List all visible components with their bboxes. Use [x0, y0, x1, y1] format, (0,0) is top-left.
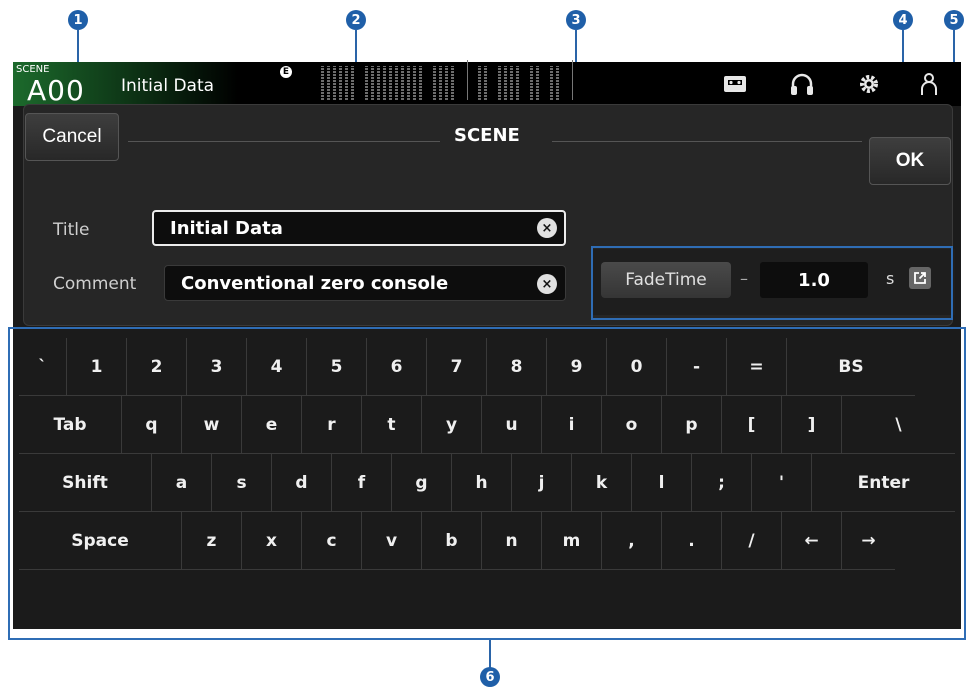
- keyboard-highlight: [8, 327, 966, 640]
- headphones-icon[interactable]: [788, 70, 816, 98]
- gear-icon[interactable]: [855, 70, 883, 98]
- title-divider-right: [552, 141, 862, 142]
- recorder-icon[interactable]: [721, 70, 749, 98]
- callout-5: 5: [944, 10, 964, 30]
- comment-input[interactable]: Conventional zero console: [164, 265, 566, 301]
- user-icon[interactable]: [915, 70, 943, 98]
- title-input[interactable]: Initial Data: [152, 210, 566, 246]
- callout-6-line: [489, 640, 491, 668]
- level-meters[interactable]: [321, 60, 583, 100]
- comment-clear-button[interactable]: ×: [537, 274, 557, 294]
- callout-4: 4: [893, 10, 913, 30]
- scene-number: A00: [27, 74, 85, 107]
- fade-time-highlight: [591, 246, 953, 320]
- title-divider-left: [128, 141, 440, 142]
- title-label: Title: [53, 220, 90, 240]
- scene-name: Initial Data: [121, 76, 215, 96]
- cancel-button[interactable]: Cancel: [25, 113, 119, 161]
- callout-1: 1: [68, 10, 88, 30]
- callout-6: 6: [480, 667, 500, 687]
- callout-3: 3: [566, 10, 586, 30]
- comment-label: Comment: [53, 274, 137, 294]
- edit-badge: E: [280, 66, 292, 78]
- scene-indicator[interactable]: SCENE A00 Initial Data E: [13, 62, 313, 107]
- dialog-title: SCENE: [454, 125, 520, 146]
- top-bar: SCENE A00 Initial Data E: [13, 60, 961, 107]
- ok-button[interactable]: OK: [869, 137, 951, 185]
- title-clear-button[interactable]: ×: [537, 218, 557, 238]
- callout-2: 2: [346, 10, 366, 30]
